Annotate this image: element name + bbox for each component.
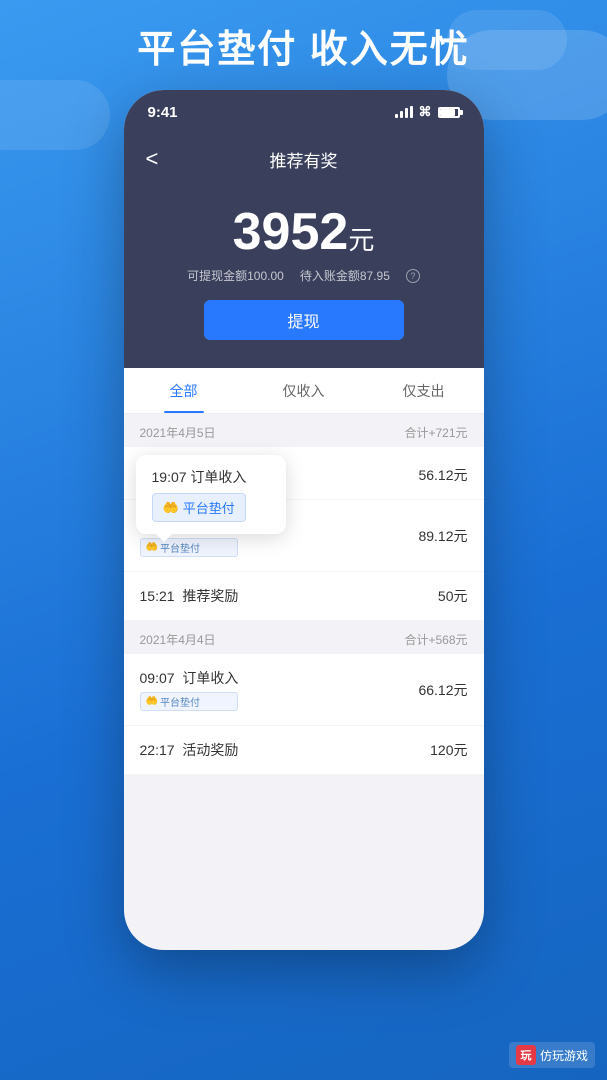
date-header-2: 2021年4月4日 合计+568元 <box>124 621 484 654</box>
date-total-1: 合计+721元 <box>404 424 467 441</box>
transaction-info: 15:21 推荐奖励 <box>140 586 239 606</box>
status-bar: 9:41 ⌘ <box>124 90 484 134</box>
balance-amount: 3952元 <box>148 204 460 261</box>
transaction-info: 09:07 订单收入 🤲 平台垫付 <box>140 668 239 711</box>
watermark: 玩 仿玩游戏 <box>509 1042 595 1068</box>
signal-icon <box>395 106 413 118</box>
date-label-2: 2021年4月4日 <box>140 631 216 648</box>
tooltip-title: 19:07 订单收入 <box>152 467 270 487</box>
status-time: 9:41 <box>148 104 178 121</box>
platform-badge-small: 🤲 平台垫付 <box>140 692 239 711</box>
transaction-amount-5: 120元 <box>430 740 467 760</box>
tooltip-badge-label: 平台垫付 <box>183 498 235 517</box>
transaction-amount-2: 89.12元 <box>418 526 467 546</box>
transaction-info: 22:17 活动奖励 <box>140 740 239 760</box>
tooltip-badge: 🤲 平台垫付 <box>152 493 246 522</box>
battery-icon <box>438 107 460 118</box>
transaction-amount-4: 66.12元 <box>418 680 467 700</box>
transaction-list: 2021年4月5日 合计+721元 19:07 订单收入 🤲 平台垫付 56.1… <box>124 414 484 775</box>
date-label-1: 2021年4月5日 <box>140 424 216 441</box>
cloud-decoration-3 <box>0 80 110 150</box>
watermark-text: 仿玩游戏 <box>540 1047 588 1064</box>
tab-expense-only[interactable]: 仅支出 <box>364 368 484 413</box>
back-button[interactable]: < <box>142 142 163 176</box>
balance-sub-info: 可提现金额100.00 待入账金额87.95 ? <box>148 267 460 284</box>
phone-mockup: 9:41 ⌘ < 推荐有奖 3952元 可提现金额100.00 待入账金额87.… <box>124 90 484 950</box>
transaction-row: 19:07 订单收入 🤲 平台垫付 56.12元 <box>124 447 484 500</box>
hand-icon: 🤲 <box>146 542 158 553</box>
transaction-row: 22:17 活动奖励 120元 <box>124 726 484 775</box>
help-icon[interactable]: ? <box>406 269 420 283</box>
status-icons: ⌘ <box>395 104 460 120</box>
pending-label: 待入账金额87.95 <box>300 267 390 284</box>
transaction-amount-1: 56.12元 <box>418 465 467 485</box>
tooltip-popup: 19:07 订单收入 🤲 平台垫付 <box>136 455 286 534</box>
hand-money-icon: 🤲 <box>163 500 179 516</box>
transaction-row: 15:21 推荐奖励 50元 <box>124 572 484 621</box>
nav-bar: < 推荐有奖 <box>124 134 484 184</box>
transaction-title: 15:21 推荐奖励 <box>140 586 239 606</box>
watermark-logo: 玩 <box>516 1045 536 1065</box>
date-header-1: 2021年4月5日 合计+721元 <box>124 414 484 447</box>
hand-icon: 🤲 <box>146 696 158 707</box>
date-total-2: 合计+568元 <box>404 631 467 648</box>
withdraw-button[interactable]: 提现 <box>204 300 404 340</box>
page-headline: 平台垫付 收入无忧 <box>0 18 607 73</box>
withdrawable-label: 可提现金额100.00 <box>187 267 284 284</box>
tab-all[interactable]: 全部 <box>124 368 244 413</box>
platform-badge-small: 🤲 平台垫付 <box>140 538 239 557</box>
transaction-row: 09:07 订单收入 🤲 平台垫付 66.12元 <box>124 654 484 726</box>
transaction-title: 22:17 活动奖励 <box>140 740 239 760</box>
transaction-amount-3: 50元 <box>438 586 468 606</box>
filter-tabs: 全部 仅收入 仅支出 <box>124 368 484 414</box>
transaction-title: 09:07 订单收入 <box>140 668 239 688</box>
tab-income-only[interactable]: 仅收入 <box>244 368 364 413</box>
balance-section: 3952元 可提现金额100.00 待入账金额87.95 ? 提现 <box>124 184 484 368</box>
wifi-icon: ⌘ <box>419 104 432 120</box>
nav-title: 推荐有奖 <box>270 147 338 172</box>
